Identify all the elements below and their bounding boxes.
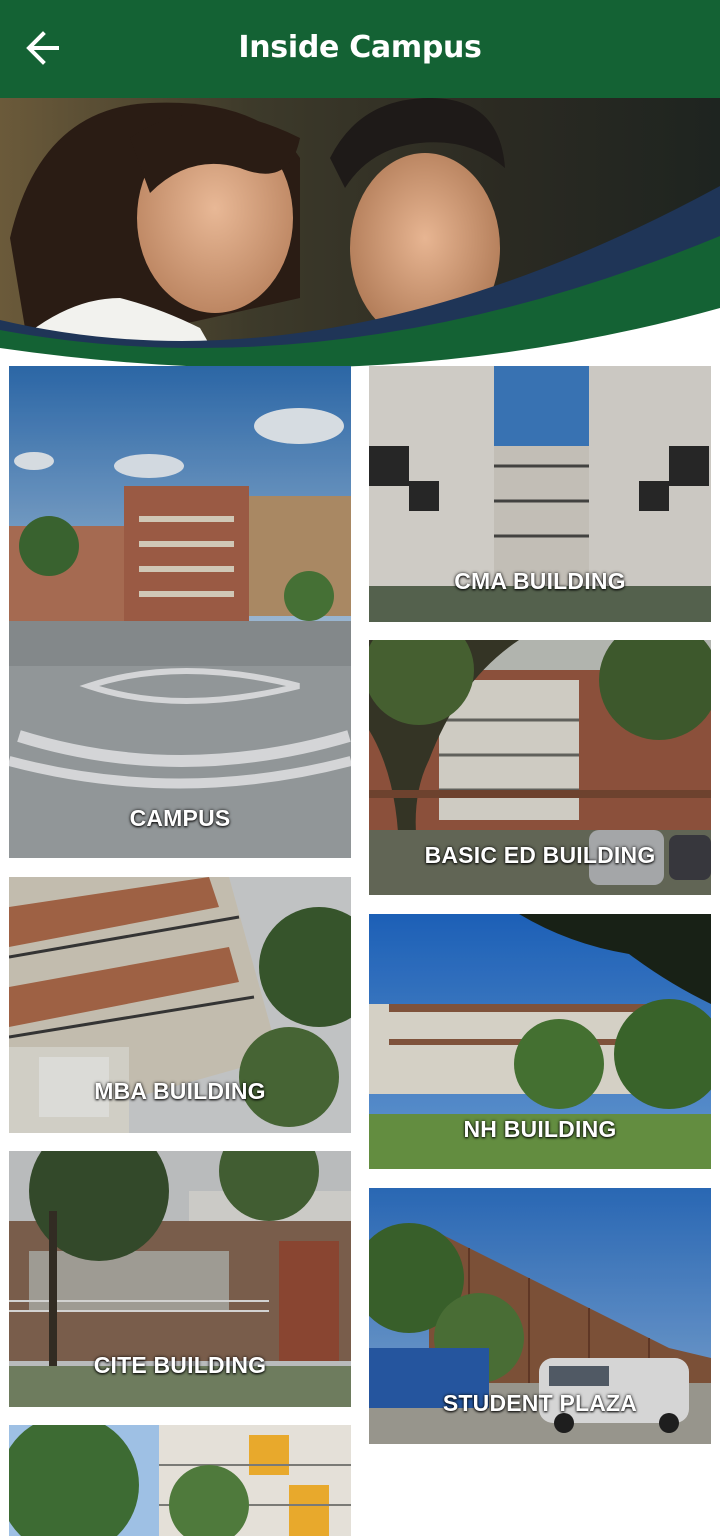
- tile-label: CAMPUS: [129, 805, 231, 831]
- tile-mba-building[interactable]: MBA BUILDING: [9, 877, 351, 1133]
- hero-banner: [0, 98, 720, 383]
- building-photo: [9, 1425, 351, 1536]
- tile-label: BASIC ED BUILDING: [424, 842, 656, 868]
- app-bar: Inside Campus: [0, 0, 720, 98]
- tile-label: CMA BUILDING: [454, 568, 626, 594]
- page-title: Inside Campus: [238, 30, 482, 65]
- tile-building-partial[interactable]: [9, 1425, 351, 1536]
- tile-basic-ed-building[interactable]: BASIC ED BUILDING: [369, 640, 711, 895]
- tile-label: CITE BUILDING: [93, 1352, 267, 1378]
- campus-photo: [9, 366, 351, 858]
- hero-photo: [0, 98, 720, 383]
- tile-cma-building[interactable]: CMA BUILDING: [369, 366, 711, 622]
- tile-cite-building[interactable]: CITE BUILDING: [9, 1151, 351, 1407]
- tile-label: STUDENT PLAZA: [442, 1390, 638, 1416]
- tile-student-plaza[interactable]: STUDENT PLAZA: [369, 1188, 711, 1444]
- tile-nh-building[interactable]: NH BUILDING: [369, 914, 711, 1169]
- tile-label: MBA BUILDING: [94, 1078, 266, 1104]
- tile-campus[interactable]: CAMPUS: [9, 366, 351, 858]
- tile-label: NH BUILDING: [463, 1116, 617, 1142]
